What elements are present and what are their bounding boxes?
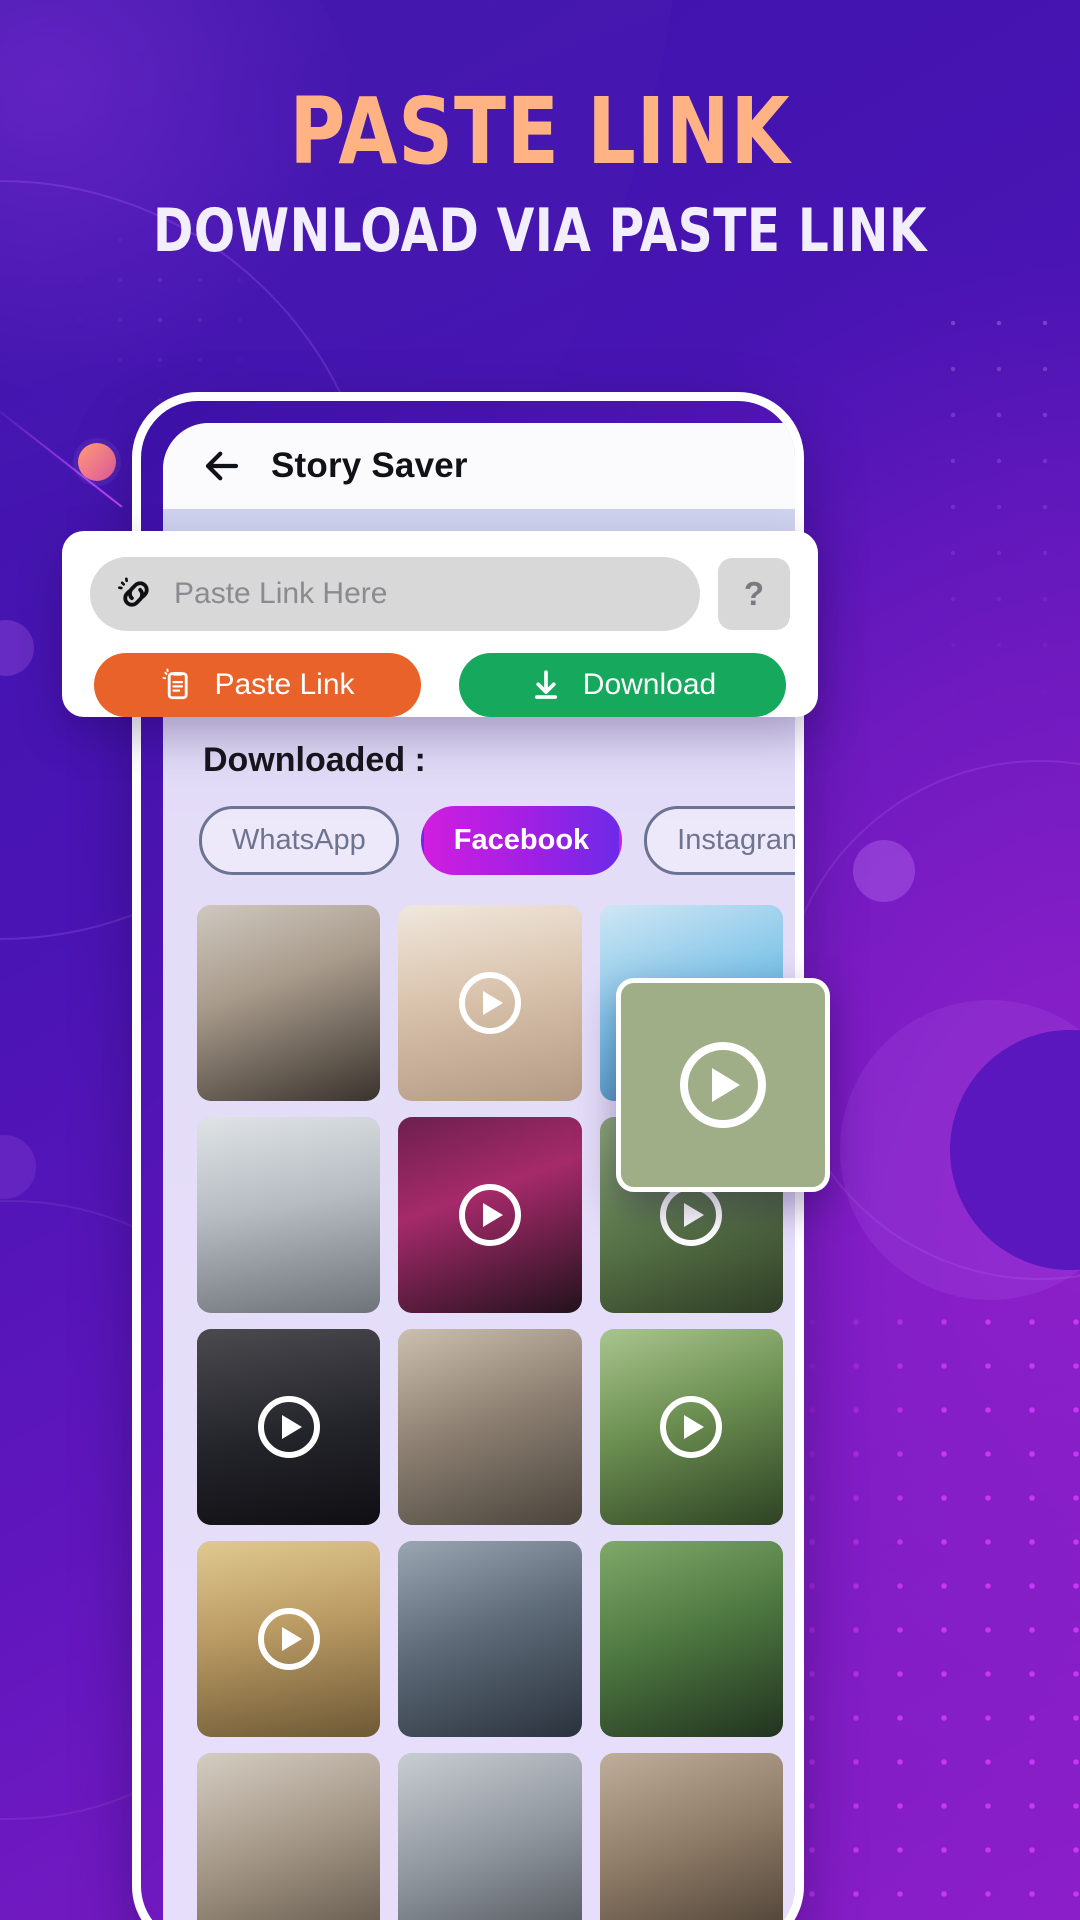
thumbnail-image	[197, 1117, 381, 1313]
thumbnail-item[interactable]	[197, 905, 381, 1101]
downloaded-label: Downloaded :	[203, 741, 426, 779]
paste-link-button-label: Paste Link	[214, 668, 355, 701]
play-icon[interactable]	[257, 1608, 320, 1670]
platform-chip-row: WhatsApp Facebook Instagram Twitter	[163, 806, 795, 875]
thumbnail-item[interactable]	[398, 1329, 582, 1525]
chain-link-icon	[118, 577, 149, 607]
thumbnail-item[interactable]	[599, 1753, 783, 1920]
app-content: Downloaded : WhatsApp Facebook Instagram…	[163, 509, 795, 1920]
thumbnail-image	[398, 1753, 582, 1920]
play-icon[interactable]	[680, 1042, 766, 1128]
app-title: Story Saver	[271, 446, 468, 485]
promo-subheadline: DOWNLOAD VIA PASTE LINK	[153, 196, 927, 267]
floating-video-card[interactable]	[616, 978, 830, 1192]
halftone-dots-top-right	[930, 300, 1080, 720]
promo-headline: PASTE LINK	[289, 78, 791, 185]
thumbnail-item[interactable]	[599, 1329, 783, 1525]
play-icon[interactable]	[257, 1396, 320, 1458]
thumbnail-image	[197, 1753, 381, 1920]
download-button-label: Download	[582, 668, 717, 701]
download-arrow-icon	[534, 670, 557, 699]
thumbnail-item[interactable]	[398, 1753, 582, 1920]
thumbnail-item[interactable]	[398, 905, 582, 1101]
card-button-row: Paste Link Download	[90, 653, 790, 717]
paste-link-input[interactable]: Paste Link Here	[90, 557, 700, 631]
thumbnail-item[interactable]	[599, 1541, 783, 1737]
play-icon[interactable]	[660, 1184, 723, 1246]
arrow-left-icon[interactable]	[201, 445, 243, 487]
thumbnail-image	[398, 1541, 582, 1737]
decorative-dot-peach	[78, 443, 116, 481]
thumbnail-image	[398, 1329, 582, 1525]
promo-text-block: PASTE LINK DOWNLOAD VIA PASTE LINK	[0, 78, 1080, 267]
play-icon[interactable]	[458, 1184, 521, 1246]
download-button[interactable]: Download	[459, 653, 786, 717]
chip-instagram[interactable]: Instagram	[644, 806, 795, 875]
decorative-circle-left-lower	[0, 1135, 36, 1199]
paste-link-placeholder: Paste Link Here	[174, 577, 388, 610]
chip-facebook[interactable]: Facebook	[420, 806, 623, 875]
play-icon[interactable]	[458, 972, 521, 1034]
thumbnail-item[interactable]	[197, 1329, 381, 1525]
paste-input-row: Paste Link Here ?	[90, 557, 790, 631]
halftone-dots-bottom-right	[790, 1300, 1080, 1920]
thumbnail-item[interactable]	[398, 1117, 582, 1313]
thumbnail-item[interactable]	[197, 1541, 381, 1737]
play-icon[interactable]	[660, 1396, 723, 1458]
app-header: Story Saver	[163, 423, 795, 509]
thumbnail-item[interactable]	[197, 1753, 381, 1920]
paste-link-card: Paste Link Here ? Paste Link Download	[62, 531, 818, 717]
thumbnail-item[interactable]	[197, 1117, 381, 1313]
clipboard-icon	[163, 668, 189, 700]
thumbnail-image	[599, 1753, 783, 1920]
thumbnail-image	[197, 905, 381, 1101]
thumbnail-image	[599, 1541, 783, 1737]
thumbnail-item[interactable]	[398, 1541, 582, 1737]
decorative-circle-right-small	[853, 840, 915, 902]
paste-link-button[interactable]: Paste Link	[94, 653, 421, 717]
help-button[interactable]: ?	[718, 558, 790, 630]
chip-whatsapp[interactable]: WhatsApp	[199, 806, 399, 875]
